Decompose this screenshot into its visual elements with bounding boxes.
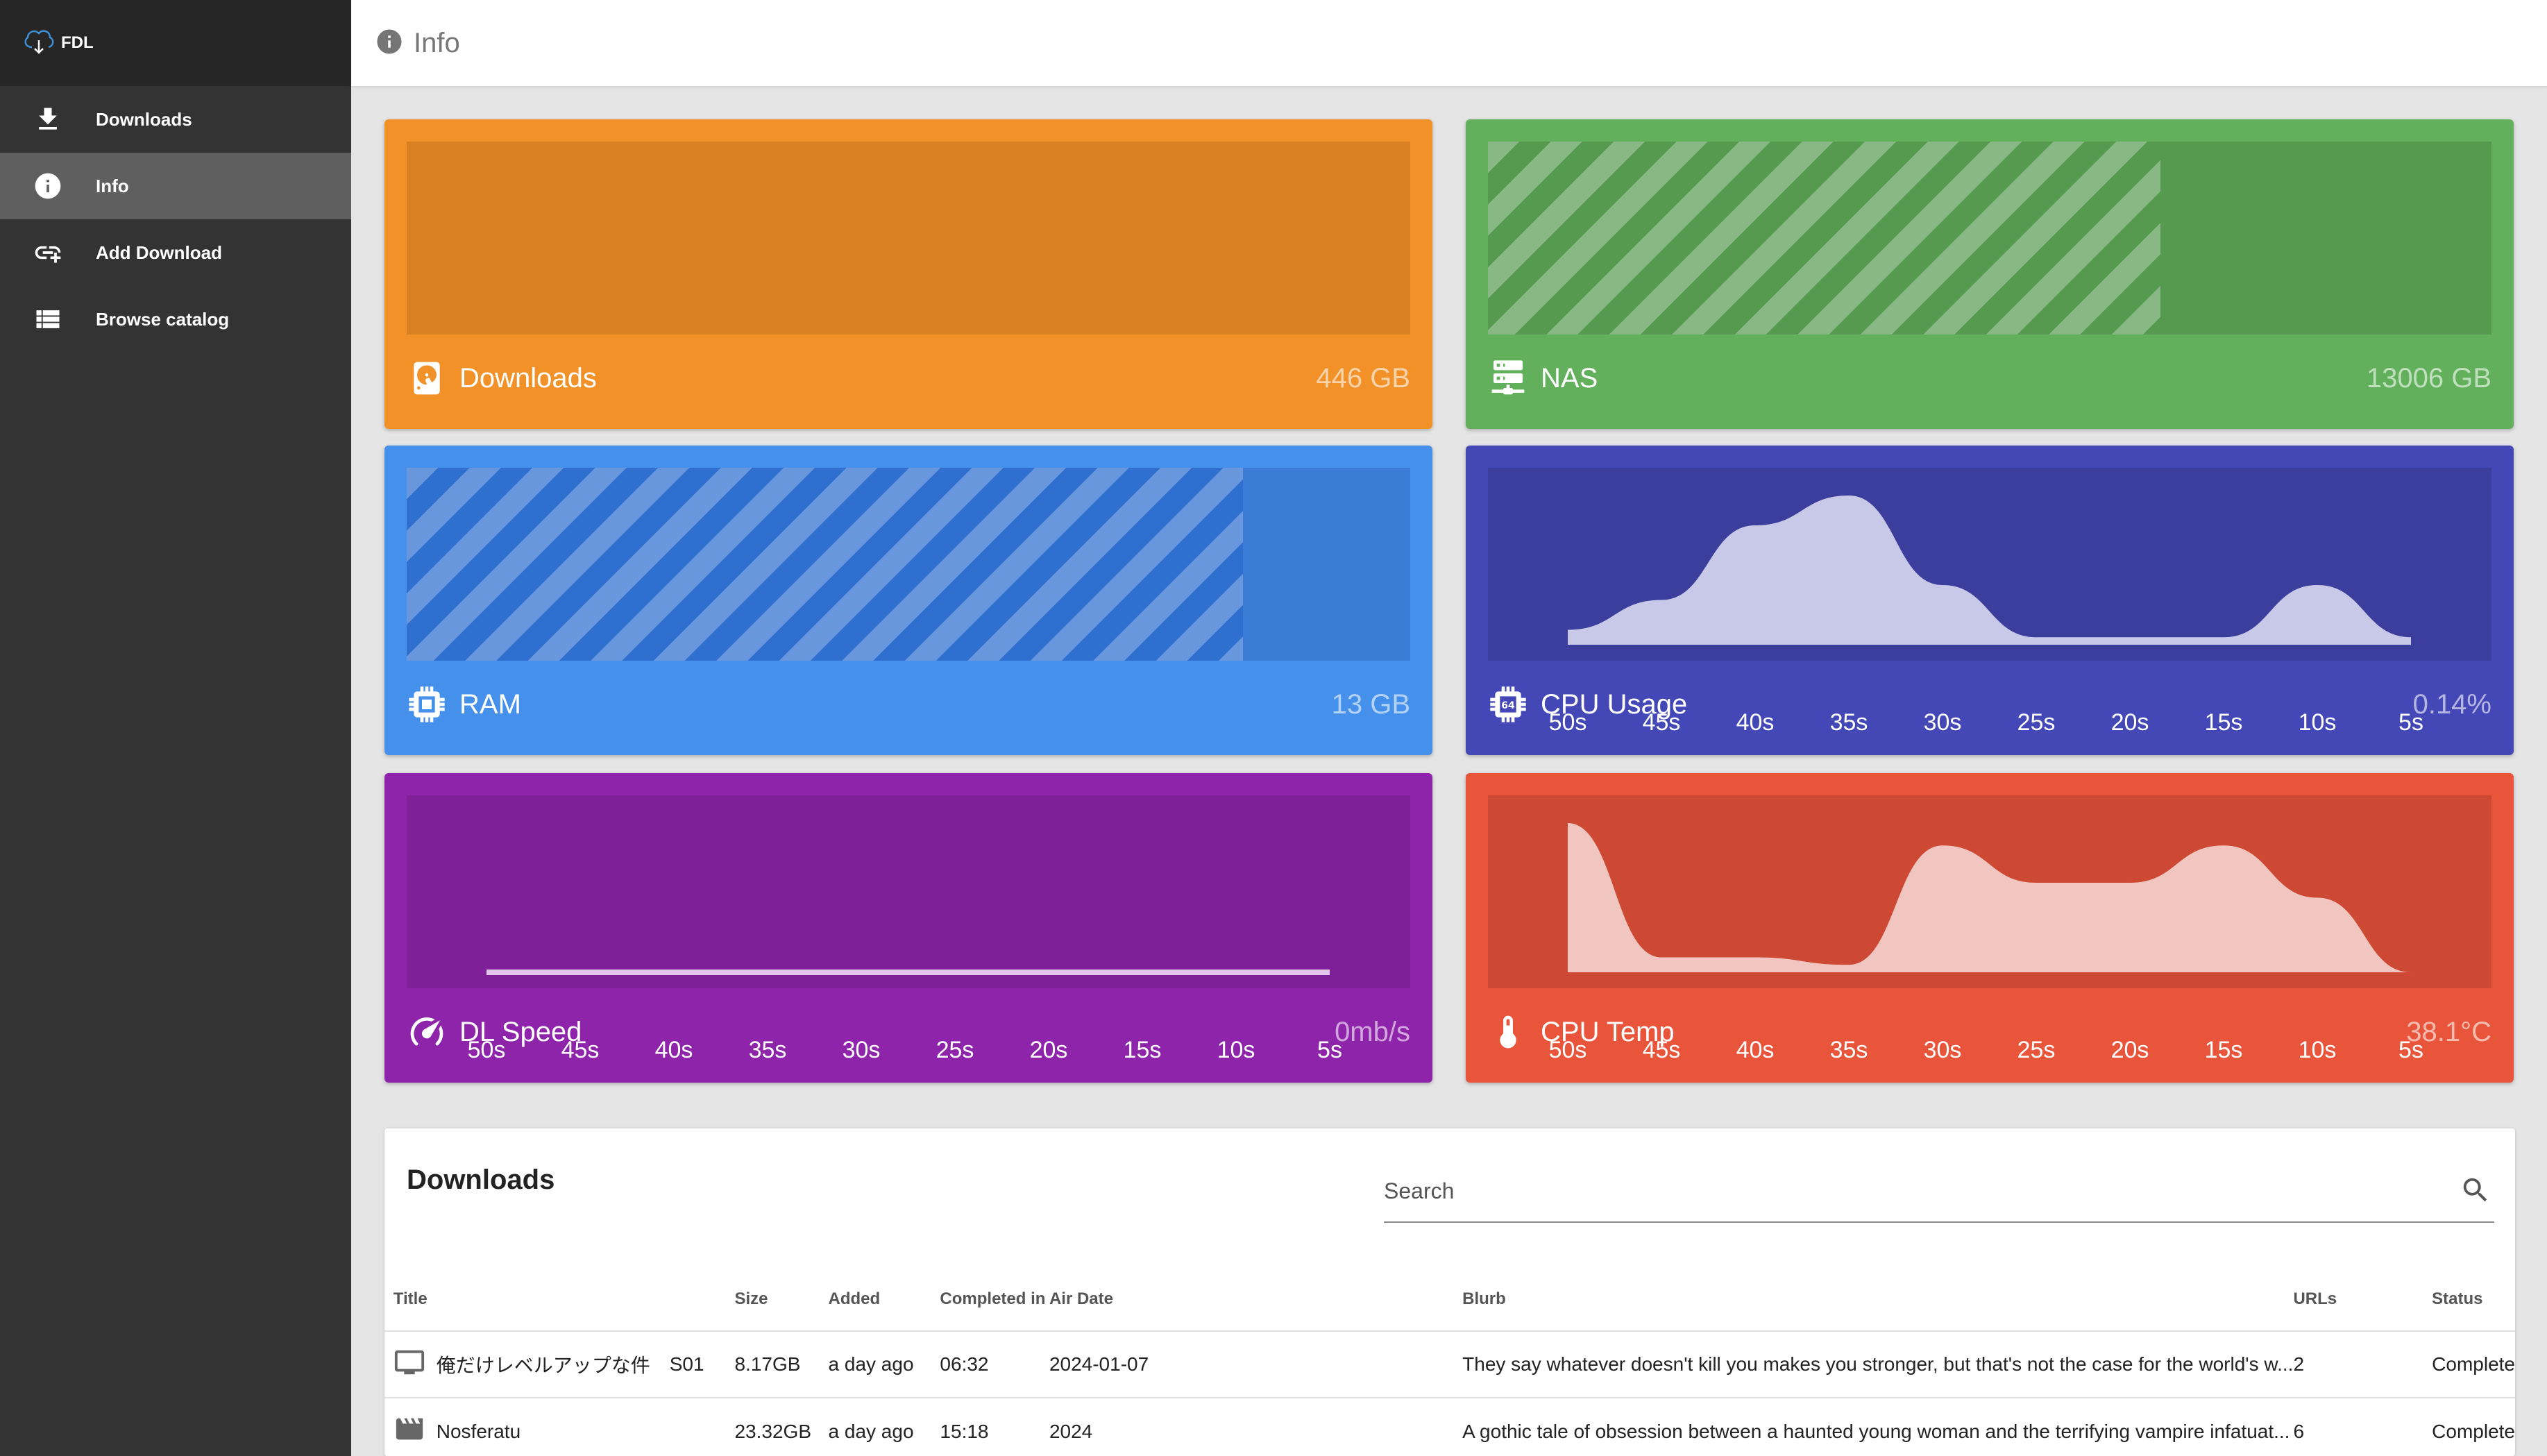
cpu-temp-chart bbox=[1488, 795, 2491, 988]
series-shape bbox=[1568, 823, 2411, 972]
column-header-completed-in[interactable]: Completed in bbox=[940, 1246, 1049, 1331]
add-link-icon bbox=[0, 237, 96, 268]
sidebar: FDL Downloads Info Add Download Browse c… bbox=[0, 0, 351, 1456]
server-icon bbox=[1488, 358, 1528, 398]
ram-card: RAM 13 GB bbox=[384, 446, 1432, 755]
column-header-title[interactable]: Title bbox=[394, 1246, 735, 1331]
info-icon bbox=[375, 27, 404, 60]
card-label: NAS bbox=[1541, 362, 1598, 393]
ram-usage-fill bbox=[407, 468, 1243, 661]
dl-speed-sparkline bbox=[486, 970, 1330, 975]
svg-text:64: 64 bbox=[1501, 700, 1515, 711]
downloads-storage-card: Downloads 446 GB bbox=[384, 119, 1432, 429]
card-value: 0mb/s bbox=[1335, 1016, 1410, 1047]
sidebar-item-label: Browse catalog bbox=[96, 308, 230, 330]
sidebar-item-info[interactable]: Info bbox=[0, 153, 351, 219]
table-title: Downloads bbox=[407, 1165, 555, 1195]
row-blurb: A gothic tale of obsession between a hau… bbox=[1462, 1397, 2294, 1456]
cpu-usage-sparkline bbox=[1568, 496, 2411, 645]
movie-icon bbox=[394, 1413, 437, 1450]
row-status: Complete bbox=[2432, 1330, 2515, 1398]
card-label: CPU Usage bbox=[1541, 688, 1688, 720]
row-urls: 6 bbox=[2293, 1397, 2432, 1456]
page-title: Info bbox=[414, 27, 460, 58]
cpu-64-icon: 64 bbox=[1488, 684, 1528, 725]
table-row[interactable]: 俺だけレベルアップな件 S01 8.17GB a day ago 06:32 2… bbox=[384, 1330, 2515, 1398]
storage-usage-fill bbox=[1488, 142, 2160, 335]
nas-storage-card: NAS 13006 GB bbox=[1466, 119, 2514, 429]
cpu-usage-chart bbox=[1488, 468, 2491, 661]
speedometer-icon bbox=[407, 1012, 447, 1052]
card-value: 38.1°C bbox=[2406, 1016, 2491, 1047]
row-added: a day ago bbox=[828, 1330, 940, 1398]
row-size: 8.17GB bbox=[734, 1330, 829, 1398]
column-header-size[interactable]: Size bbox=[734, 1246, 828, 1331]
card-label: CPU Temp bbox=[1541, 1016, 1675, 1047]
cpu-temp-sparkline bbox=[1568, 823, 2411, 972]
sidebar-item-label: Add Download bbox=[96, 242, 222, 263]
column-header-air-date[interactable]: Air Date bbox=[1049, 1246, 1462, 1331]
row-status: Complete bbox=[2432, 1397, 2515, 1456]
cloud-download-logo-icon bbox=[19, 22, 58, 65]
row-season bbox=[669, 1397, 735, 1456]
ram-usage-bar bbox=[407, 468, 1410, 661]
row-urls: 2 bbox=[2293, 1330, 2432, 1398]
row-added: a day ago bbox=[828, 1397, 940, 1456]
column-header-added[interactable]: Added bbox=[829, 1246, 940, 1331]
table-header-row: Title Size Added Completed in Air Date B… bbox=[384, 1246, 2515, 1331]
cpu-usage-card: 50s 45s 40s 35s 30s 25s 20s 15s 10s 5s 6… bbox=[1466, 446, 2514, 755]
row-blurb: They say whatever doesn't kill you makes… bbox=[1462, 1330, 2294, 1398]
row-title: 俺だけレベルアップな件 bbox=[436, 1355, 650, 1376]
row-title: Nosferatu bbox=[436, 1420, 521, 1442]
dl-speed-card: 50s 45s 40s 35s 30s 25s 20s 15s 10s 5s D… bbox=[384, 773, 1432, 1083]
info-icon bbox=[0, 171, 96, 201]
app-brand[interactable]: FDL bbox=[0, 0, 351, 86]
column-header-urls[interactable]: URLs bbox=[2293, 1246, 2432, 1331]
row-completed-in: 06:32 bbox=[940, 1330, 1049, 1398]
harddisk-icon bbox=[407, 358, 447, 398]
table-row[interactable]: Nosferatu 23.32GB a day ago 15:18 2024 A… bbox=[384, 1397, 2515, 1456]
chip-icon bbox=[407, 684, 447, 725]
list-icon bbox=[0, 304, 96, 335]
row-season: S01 bbox=[669, 1330, 735, 1398]
sidebar-item-label: Info bbox=[96, 175, 129, 196]
cpu-temp-card: 50s 45s 40s 35s 30s 25s 20s 15s 10s 5s C… bbox=[1466, 773, 2514, 1083]
search-icon[interactable] bbox=[2460, 1174, 2491, 1206]
sidebar-item-downloads[interactable]: Downloads bbox=[0, 86, 351, 153]
page-header: Info bbox=[351, 0, 2547, 86]
downloads-table: Title Size Added Completed in Air Date B… bbox=[384, 1246, 2515, 1456]
downloads-table-panel: Downloads Title Size Added Completed in … bbox=[384, 1128, 2515, 1456]
card-value: 13 GB bbox=[1331, 688, 1410, 720]
search-input[interactable] bbox=[1384, 1178, 2425, 1204]
card-value: 446 GB bbox=[1316, 362, 1410, 393]
app-name: FDL bbox=[61, 33, 94, 52]
column-header-status[interactable]: Status bbox=[2432, 1246, 2515, 1331]
storage-usage-bar bbox=[407, 142, 1410, 335]
sidebar-item-add-download[interactable]: Add Download bbox=[0, 219, 351, 286]
series-shape bbox=[1568, 496, 2411, 645]
sidebar-item-browse-catalog[interactable]: Browse catalog bbox=[0, 286, 351, 353]
row-size: 23.32GB bbox=[734, 1397, 829, 1456]
download-icon bbox=[0, 104, 96, 135]
row-air-date: 2024 bbox=[1049, 1397, 1463, 1456]
thermometer-icon bbox=[1488, 1012, 1528, 1052]
search-field[interactable] bbox=[1384, 1167, 2494, 1223]
sidebar-item-label: Downloads bbox=[96, 108, 192, 130]
card-value: 13006 GB bbox=[2366, 362, 2491, 393]
column-header-blurb[interactable]: Blurb bbox=[1462, 1246, 2293, 1331]
storage-usage-bar bbox=[1488, 142, 2491, 335]
dl-speed-chart bbox=[407, 795, 1410, 988]
row-completed-in: 15:18 bbox=[940, 1397, 1049, 1456]
card-label: RAM bbox=[459, 688, 521, 720]
card-label: Downloads bbox=[459, 362, 597, 393]
row-air-date: 2024-01-07 bbox=[1049, 1330, 1463, 1398]
card-value: 0.14% bbox=[2412, 688, 2491, 720]
card-label: DL Speed bbox=[459, 1016, 582, 1047]
tv-icon bbox=[394, 1346, 437, 1383]
